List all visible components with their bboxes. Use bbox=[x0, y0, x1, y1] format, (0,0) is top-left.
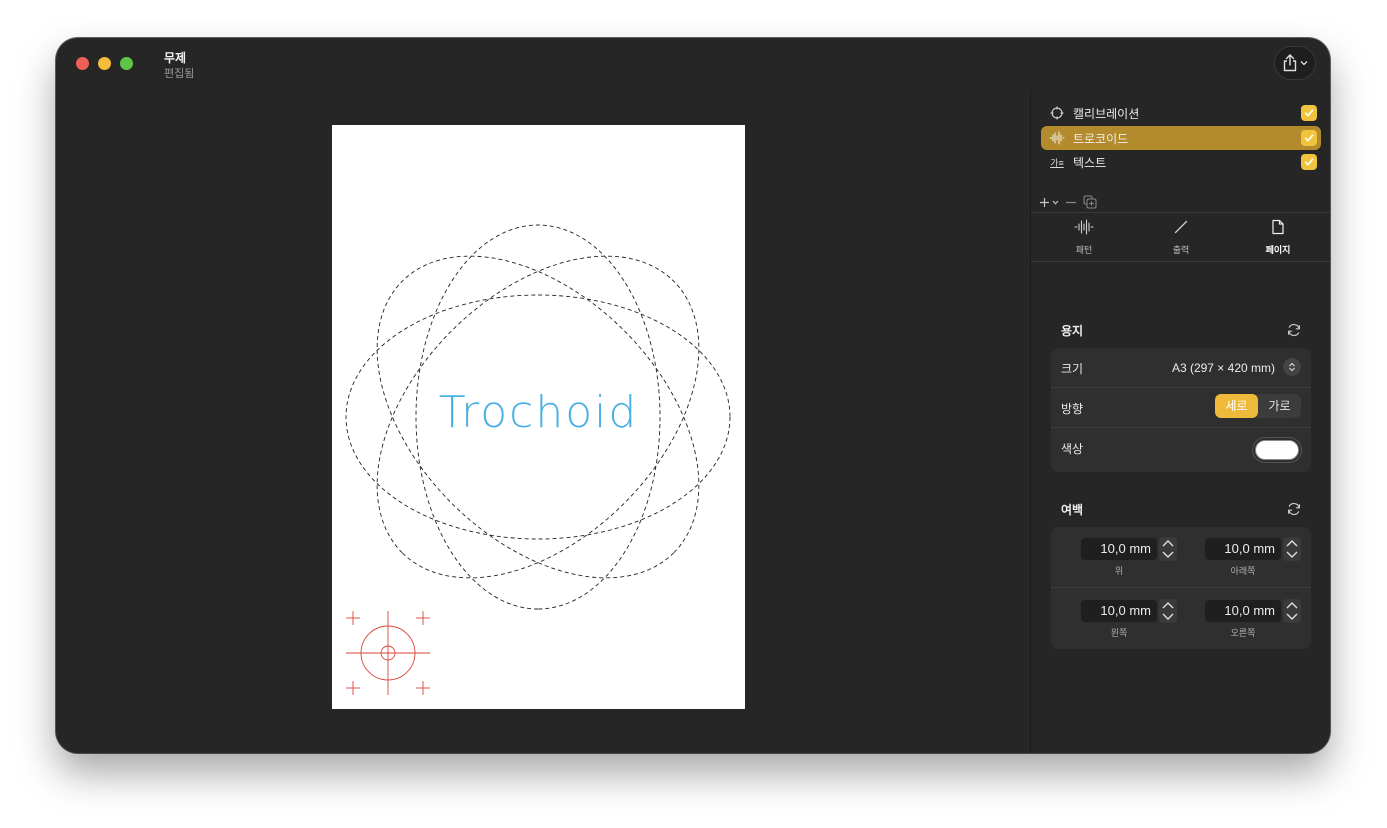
margin-bottom-label: 아래쪽 bbox=[1230, 566, 1256, 576]
pen-icon bbox=[1174, 220, 1188, 234]
color-label: 색상 bbox=[1061, 442, 1084, 456]
paper-settings-group: 크기 A3 (297 × 420 mm) 방향 세로 가로 색상 bbox=[1051, 348, 1311, 472]
margin-bottom-field[interactable]: 10,0 mm bbox=[1205, 538, 1281, 560]
landscape-segment[interactable]: 가로 bbox=[1258, 394, 1301, 418]
add-layer-button[interactable] bbox=[1039, 197, 1059, 208]
orientation-label: 방향 bbox=[1061, 402, 1084, 416]
margin-left-stepper[interactable] bbox=[1159, 599, 1177, 623]
margin-bottom-stepper[interactable] bbox=[1283, 537, 1301, 561]
layer-trochoid[interactable]: 트로코이드 bbox=[1041, 126, 1321, 150]
paper-size-select[interactable]: A3 (297 × 420 mm) bbox=[1172, 361, 1275, 375]
layer-name: 트로코이드 bbox=[1073, 131, 1129, 146]
duplicate-layer-button[interactable] bbox=[1083, 195, 1097, 209]
chevron-down-icon bbox=[1052, 200, 1059, 205]
share-button[interactable] bbox=[1274, 46, 1316, 80]
margin-right-stepper[interactable] bbox=[1283, 599, 1301, 623]
layer-toolbar bbox=[1039, 194, 1097, 210]
chevron-updown-icon bbox=[1289, 362, 1295, 372]
checkmark-icon bbox=[1304, 158, 1314, 166]
paper-size-popup-button[interactable] bbox=[1283, 358, 1301, 376]
layer-visibility-checkbox[interactable] bbox=[1301, 154, 1317, 170]
orientation-segmented-control: 세로 가로 bbox=[1215, 394, 1301, 418]
size-row: 크기 A3 (297 × 420 mm) bbox=[1051, 348, 1311, 388]
color-row: 색상 bbox=[1051, 428, 1311, 472]
inspector-sidebar: 캘리브레이션 트로코이드 가≡ 텍스트 패턴 출력 페이지 용지 크기 A3 (… bbox=[1030, 90, 1330, 753]
tab-label: 패턴 bbox=[1075, 245, 1093, 255]
layer-name: 캘리브레이션 bbox=[1073, 106, 1140, 121]
size-label: 크기 bbox=[1061, 362, 1084, 376]
share-icon bbox=[1283, 54, 1297, 72]
minimize-window-button[interactable] bbox=[98, 57, 111, 70]
zoom-window-button[interactable] bbox=[120, 57, 133, 70]
reset-paper-icon[interactable] bbox=[1286, 322, 1302, 338]
paper-section-title: 용지 bbox=[1061, 324, 1084, 338]
tab-page[interactable]: 페이지 bbox=[1238, 219, 1318, 256]
layer-calibration[interactable]: 캘리브레이션 bbox=[1041, 101, 1321, 125]
paper-color-well[interactable] bbox=[1255, 440, 1299, 460]
title-bar: 무제 편집됨 bbox=[56, 38, 1330, 90]
tab-label: 페이지 bbox=[1265, 245, 1291, 255]
layer-visibility-checkbox[interactable] bbox=[1301, 130, 1317, 146]
paper-preview: Trochoid bbox=[332, 125, 745, 709]
margin-section-title: 여백 bbox=[1061, 503, 1084, 517]
document-icon bbox=[1272, 219, 1284, 235]
document-title: 무제 bbox=[164, 51, 187, 65]
remove-layer-button[interactable] bbox=[1065, 197, 1077, 208]
layer-visibility-checkbox[interactable] bbox=[1301, 105, 1317, 121]
tab-output[interactable]: 출력 bbox=[1141, 219, 1221, 256]
waveform-icon bbox=[1049, 130, 1065, 146]
tab-label: 출력 bbox=[1172, 245, 1190, 255]
text-icon: 가≡ bbox=[1050, 157, 1064, 168]
inspector-tabs: 패턴 출력 페이지 bbox=[1031, 212, 1330, 262]
trochoid-text: Trochoid bbox=[438, 387, 639, 438]
margin-top-label: 위 bbox=[1114, 566, 1124, 576]
close-window-button[interactable] bbox=[76, 57, 89, 70]
portrait-segment[interactable]: 세로 bbox=[1215, 394, 1258, 418]
margin-left-field[interactable]: 10,0 mm bbox=[1081, 600, 1157, 622]
crosshair-icon bbox=[1049, 105, 1065, 121]
reset-margin-icon[interactable] bbox=[1286, 501, 1302, 517]
margin-right-label: 오른쪽 bbox=[1230, 628, 1256, 638]
margin-right-field[interactable]: 10,0 mm bbox=[1205, 600, 1281, 622]
layer-name: 텍스트 bbox=[1073, 155, 1107, 170]
checkmark-icon bbox=[1304, 109, 1314, 117]
margin-top-stepper[interactable] bbox=[1159, 537, 1177, 561]
margin-settings-group: 10,0 mm 위 10,0 mm 아래쪽 10,0 mm 왼쪽 10,0 mm… bbox=[1051, 527, 1311, 649]
tab-pattern[interactable]: 패턴 bbox=[1044, 219, 1124, 256]
plus-icon bbox=[1040, 197, 1049, 207]
app-window: 무제 편집됨 Trochoid 캘리브레이션 트로코이드 가≡ 텍스트 패턴 출… bbox=[56, 38, 1330, 753]
margin-top-field[interactable]: 10,0 mm bbox=[1081, 538, 1157, 560]
margin-left-label: 왼쪽 bbox=[1110, 628, 1128, 638]
checkmark-icon bbox=[1304, 134, 1314, 142]
waveform-icon bbox=[1074, 219, 1094, 235]
orientation-row: 방향 세로 가로 bbox=[1051, 388, 1311, 428]
chevron-down-icon bbox=[1300, 61, 1308, 66]
document-status: 편집됨 bbox=[164, 68, 195, 80]
layer-text[interactable]: 가≡ 텍스트 bbox=[1041, 150, 1321, 174]
canvas-area[interactable]: Trochoid bbox=[56, 90, 1030, 753]
divider bbox=[1051, 587, 1311, 588]
